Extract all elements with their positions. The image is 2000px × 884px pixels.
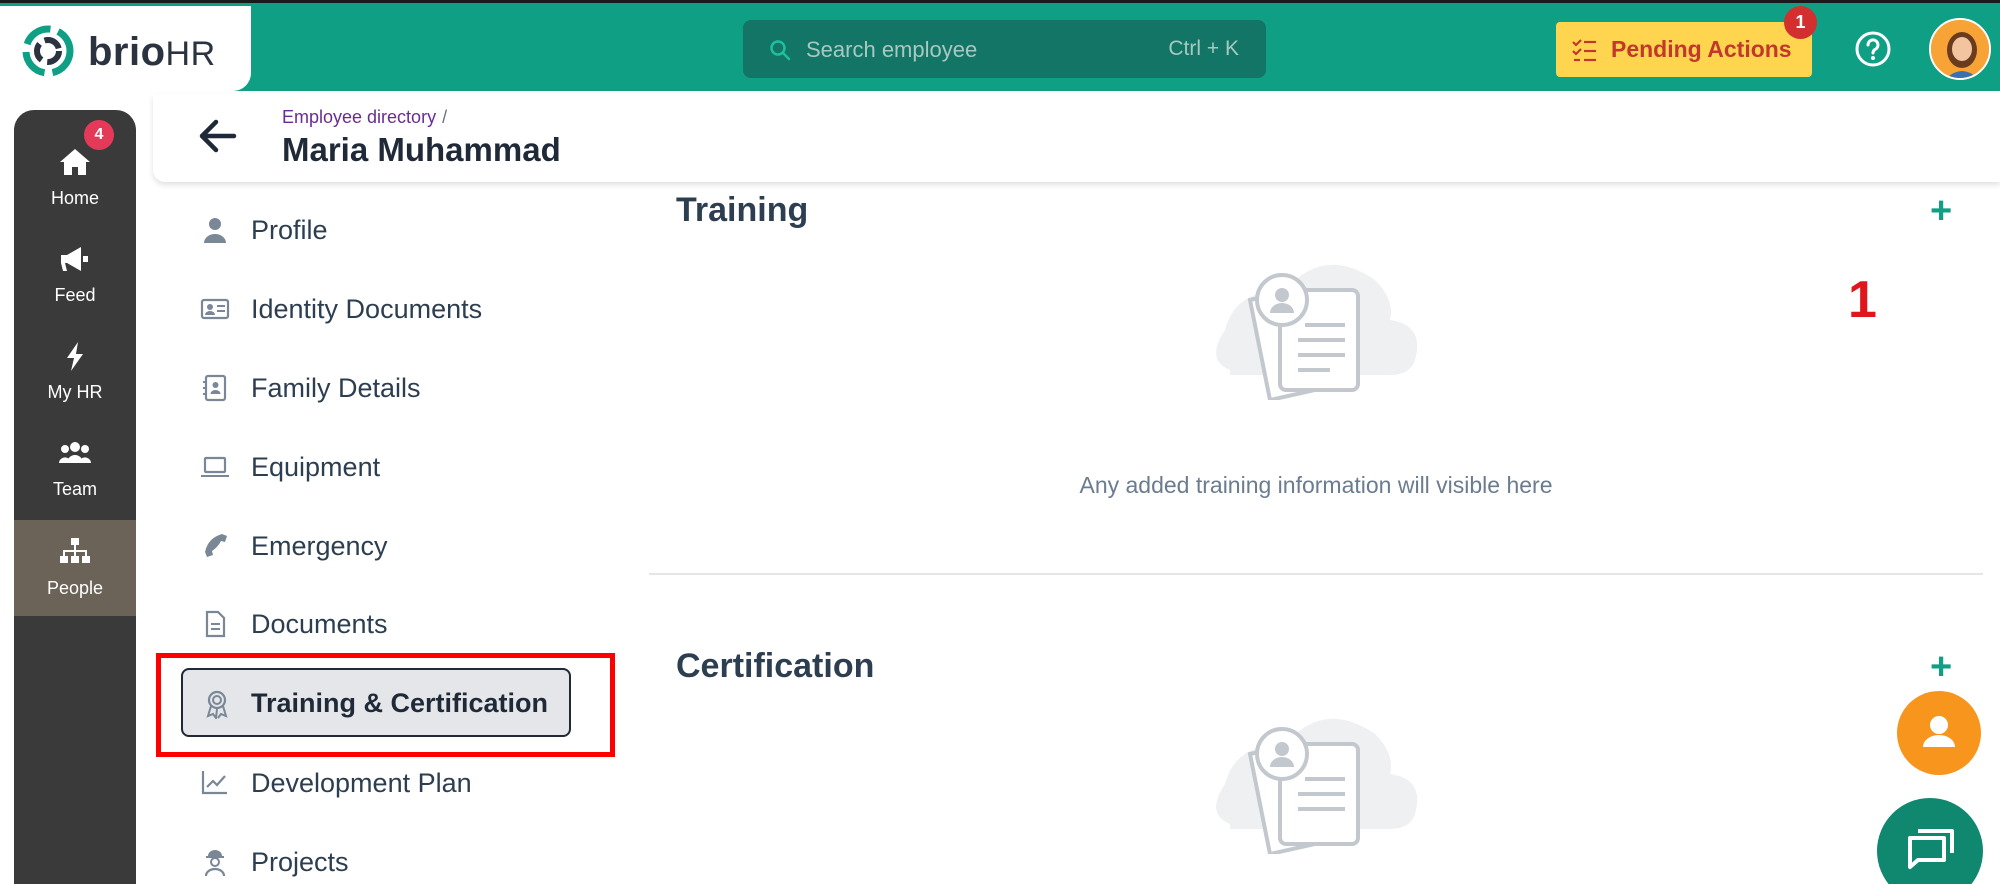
sidebar-item-label: Feed xyxy=(54,285,96,305)
menu-item-label: Identity Documents xyxy=(251,294,483,324)
breadcrumb-separator: / xyxy=(442,107,448,127)
menu-item-label: Development Plan xyxy=(251,768,472,798)
top-bar: brioHR Search employee Ctrl + K Pending … xyxy=(0,0,2000,91)
sidebar-item-label: Home xyxy=(50,188,99,208)
logo[interactable]: brioHR xyxy=(0,6,251,91)
brand-name-main: brio xyxy=(88,30,166,74)
sidebar-item-my-hr[interactable]: My HR xyxy=(14,324,136,420)
add-training-button[interactable]: + xyxy=(1930,192,1952,230)
sidebar-item-people[interactable]: People xyxy=(14,520,136,616)
search-shortcut: Ctrl + K xyxy=(1168,37,1239,60)
pending-actions-badge: 1 xyxy=(1784,6,1817,39)
brand-name: brioHR xyxy=(88,30,216,75)
document-icon xyxy=(205,610,226,638)
pending-actions-label: Pending Actions xyxy=(1611,36,1792,62)
team-icon xyxy=(59,442,91,463)
menu-item-label: Documents xyxy=(251,609,388,639)
sidebar-item-team[interactable]: Team xyxy=(14,421,136,517)
chart-line-icon xyxy=(201,771,227,795)
chat-fab-button[interactable] xyxy=(1877,798,1983,884)
breadcrumb: Employee directory / xyxy=(282,107,447,128)
training-title: Training xyxy=(676,191,809,229)
search-placeholder: Search employee xyxy=(806,37,978,62)
pending-actions-button[interactable]: Pending Actions 1 xyxy=(1556,6,1817,77)
brio-logo-icon xyxy=(22,25,74,77)
checklist-icon xyxy=(1572,39,1596,62)
feed-badge: 4 xyxy=(84,120,114,150)
person-icon xyxy=(1923,716,1955,747)
sidebar-item-label: Team xyxy=(52,479,97,499)
person-icon xyxy=(204,218,226,243)
search-icon xyxy=(770,40,791,61)
chat-icon xyxy=(1908,829,1954,869)
help-icon[interactable] xyxy=(1853,29,1893,69)
bolt-icon xyxy=(67,342,83,371)
org-chart-icon xyxy=(60,538,90,563)
menu-item-label: Projects xyxy=(251,847,349,877)
megaphone-icon xyxy=(61,247,88,271)
section-divider xyxy=(649,573,1983,575)
menu-item-label: Profile xyxy=(251,215,328,245)
user-avatar-icon xyxy=(1931,20,1989,78)
user-fab-button[interactable] xyxy=(1897,691,1981,775)
sidebar-item-feed[interactable]: Feed xyxy=(14,227,136,323)
worker-icon xyxy=(204,850,226,877)
add-certification-button[interactable]: + xyxy=(1930,648,1952,686)
id-card-icon xyxy=(200,298,230,320)
phone-icon xyxy=(205,534,227,557)
laptop-icon xyxy=(201,456,229,477)
annotation-number: 1 xyxy=(1848,271,1877,329)
menu-item-label: Equipment xyxy=(251,452,381,482)
menu-item-label: Family Details xyxy=(251,373,421,403)
sidebar-item-label: People xyxy=(46,578,104,598)
empty-documents-icon xyxy=(1216,264,1418,400)
brand-name-suffix: HR xyxy=(165,35,216,73)
page-header: Employee directory / Maria Muhammad xyxy=(153,94,2000,182)
sidebar-item-label: My HR xyxy=(47,382,103,402)
avatar[interactable] xyxy=(1929,18,1991,80)
certification-title: Certification xyxy=(676,647,875,685)
highlight-frame xyxy=(156,653,615,757)
empty-documents-icon xyxy=(1216,718,1418,854)
breadcrumb-link[interactable]: Employee directory xyxy=(282,107,436,127)
main-sidebar: Home Feed My HR Team People xyxy=(14,110,136,884)
search-bar[interactable]: Search employee Ctrl + K xyxy=(743,20,1266,78)
sidebar-item-home[interactable]: Home xyxy=(14,130,136,226)
training-empty-text: Any added training information will visi… xyxy=(1079,472,1553,498)
contact-book-icon xyxy=(203,374,227,402)
home-icon xyxy=(60,149,90,175)
back-arrow-icon[interactable] xyxy=(198,118,238,154)
page-title: Maria Muhammad xyxy=(282,131,561,168)
menu-item-label: Emergency xyxy=(251,531,388,561)
